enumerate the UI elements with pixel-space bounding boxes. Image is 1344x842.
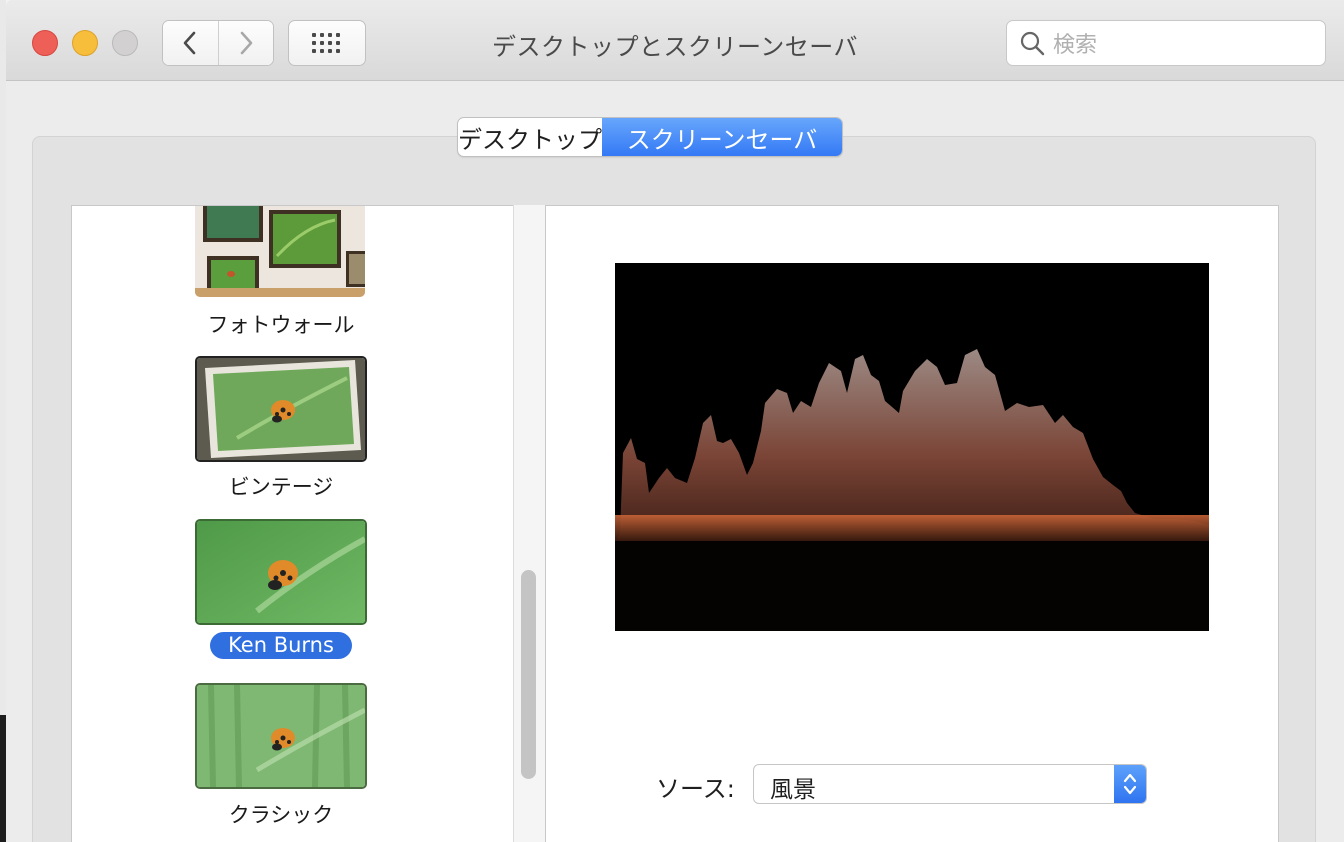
tab-desktop[interactable]: デスクトップ xyxy=(458,118,602,156)
screensaver-label: ビンテージ xyxy=(228,475,334,499)
screensaver-label: フォトウォール xyxy=(207,313,355,337)
selected-label-text: Ken Burns xyxy=(210,632,352,659)
screensaver-list: フォトウォール ビンテージ Ken Burns クラシック xyxy=(71,205,514,842)
vintage-thumbnail[interactable] xyxy=(195,356,367,462)
search-field[interactable]: 検索 xyxy=(1006,20,1326,66)
tab-bar: デスクトップ スクリーンセーバ xyxy=(457,117,843,157)
tab-screensaver[interactable]: スクリーンセーバ xyxy=(602,118,842,156)
preview-pane: ソース: 風景 xyxy=(545,205,1279,842)
search-placeholder: 検索 xyxy=(1053,33,1098,58)
search-icon xyxy=(1020,31,1045,56)
up-down-chevron-icon xyxy=(1123,773,1137,795)
preferences-window: デスクトップとスクリーンセーバ 検索 デスクトップ スクリーンセーバ フォトウォ… xyxy=(6,0,1344,842)
source-select[interactable]: 風景 xyxy=(753,764,1147,804)
source-label: ソース: xyxy=(656,775,735,803)
title-bar: デスクトップとスクリーンセーバ 検索 xyxy=(6,0,1344,81)
screensaver-label: クラシック xyxy=(228,803,334,827)
photo-wall-thumbnail[interactable] xyxy=(195,206,365,297)
source-value: 風景 xyxy=(770,777,816,803)
ken-burns-thumbnail[interactable] xyxy=(195,519,367,625)
list-scrollbar-thumb[interactable] xyxy=(521,570,536,779)
screensaver-preview[interactable] xyxy=(615,263,1209,631)
screensaver-label-selected: Ken Burns xyxy=(195,632,367,659)
classic-thumbnail[interactable] xyxy=(195,683,367,789)
select-arrows[interactable] xyxy=(1114,765,1146,803)
